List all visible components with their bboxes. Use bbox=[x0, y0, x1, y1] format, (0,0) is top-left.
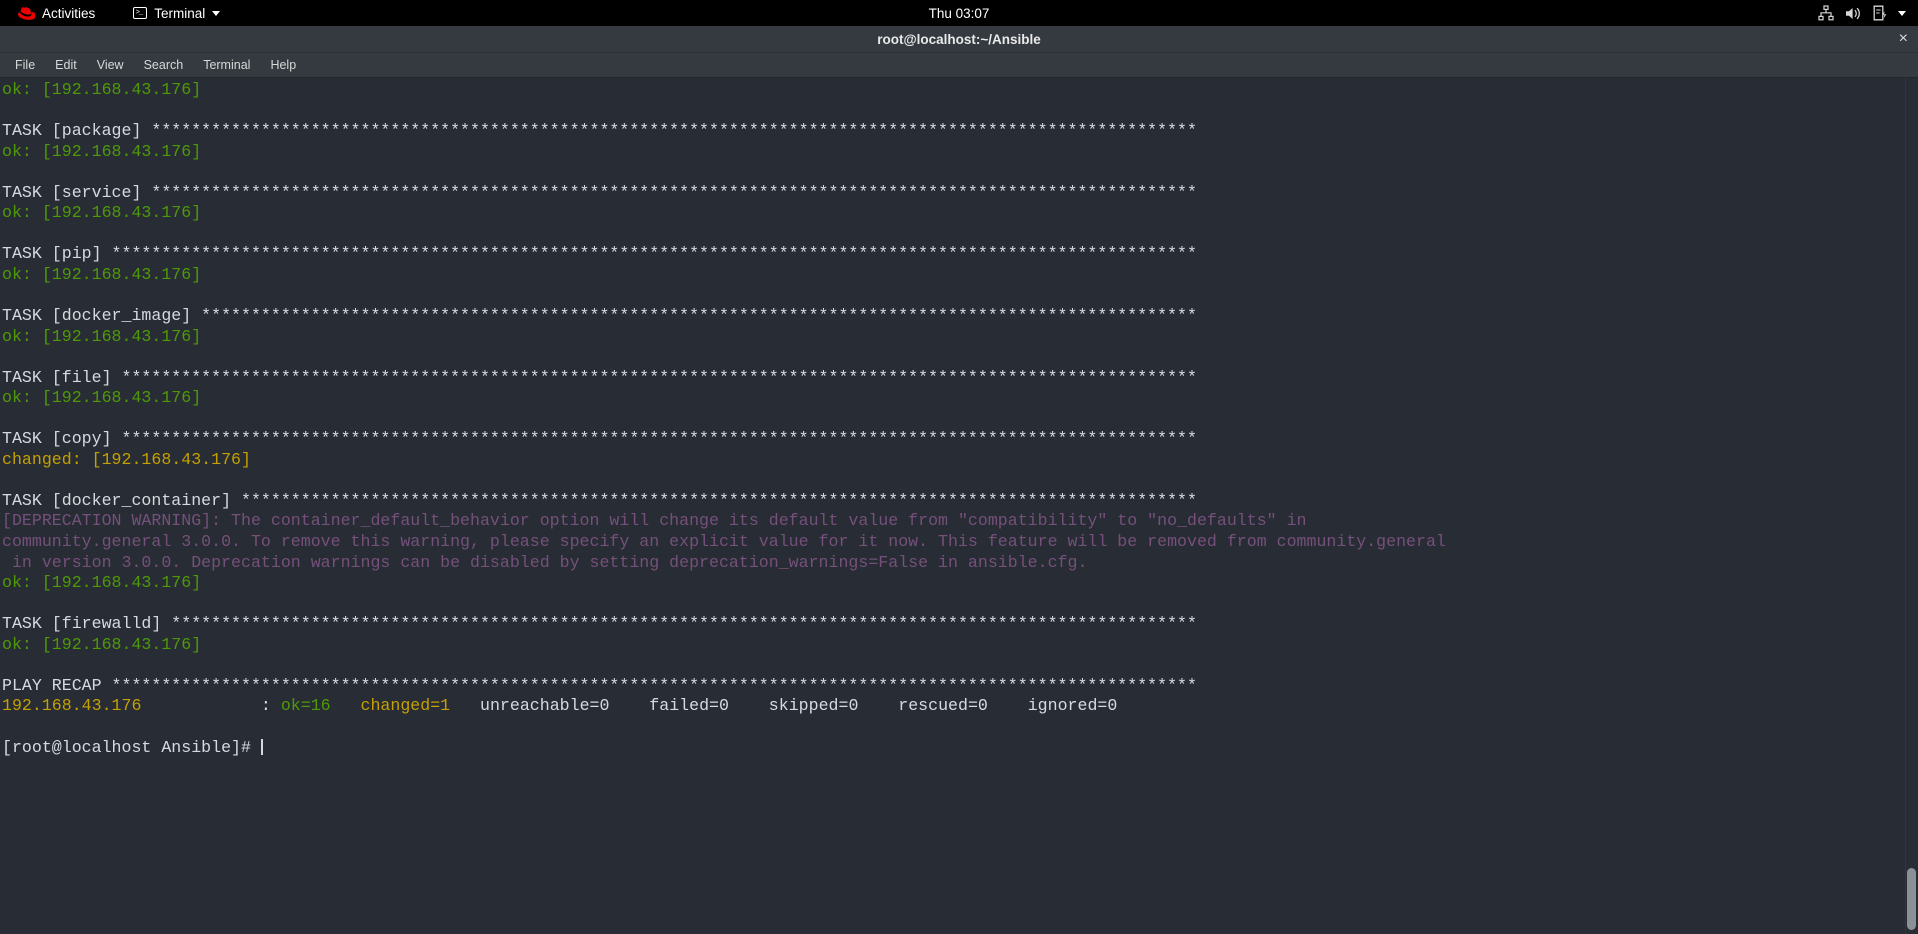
terminal-line-text: community.general 3.0.0. To remove this … bbox=[2, 532, 1446, 552]
network-icon bbox=[1818, 5, 1834, 21]
menu-item-edit[interactable]: Edit bbox=[46, 55, 86, 75]
clock[interactable]: Thu 03:07 bbox=[0, 0, 1918, 26]
terminal-line: changed: [192.168.43.176] bbox=[1, 450, 1918, 471]
terminal-line-text: TASK [docker_container] ****************… bbox=[2, 490, 1197, 510]
terminal-line-text: ok: [192.168.43.176] bbox=[2, 141, 202, 161]
system-status-area[interactable] bbox=[1818, 5, 1908, 21]
terminal-line-text: ok: [192.168.43.176] bbox=[2, 388, 202, 408]
terminal-line: in version 3.0.0. Deprecation warnings c… bbox=[1, 553, 1918, 574]
terminal-line: TASK [package] *************************… bbox=[1, 121, 1918, 142]
terminal-output-area[interactable]: ok: [192.168.43.176] TASK [package] *****… bbox=[0, 78, 1918, 934]
volume-icon bbox=[1846, 7, 1860, 19]
terminal-scrollback: ok: [192.168.43.176] TASK [package] *****… bbox=[1, 80, 1918, 758]
terminal-line: ok: [192.168.43.176] bbox=[1, 80, 1918, 101]
app-menu-button[interactable]: >_ Terminal bbox=[125, 4, 228, 23]
terminal-line: TASK [file] ****************************… bbox=[1, 368, 1918, 389]
recap-colon: : bbox=[260, 696, 281, 716]
terminal-line-text: ok: [192.168.43.176] bbox=[2, 203, 202, 223]
terminal-line-text: ok: [192.168.43.176] bbox=[2, 634, 202, 654]
terminal-line-text: changed: [192.168.43.176] bbox=[2, 449, 251, 469]
menu-item-help[interactable]: Help bbox=[261, 55, 305, 75]
app-menu-label: Terminal bbox=[154, 5, 206, 21]
terminal-icon: >_ bbox=[133, 7, 148, 19]
shell-prompt-line[interactable]: [root@localhost Ansible]# bbox=[1, 738, 1918, 759]
clock-label: Thu 03:07 bbox=[928, 5, 990, 21]
menu-item-terminal[interactable]: Terminal bbox=[194, 55, 259, 75]
terminal-line-text: ok: [192.168.43.176] bbox=[2, 264, 202, 284]
shell-prompt-text: [root@localhost Ansible]# bbox=[2, 737, 261, 757]
menu-item-search[interactable]: Search bbox=[135, 55, 193, 75]
terminal-line-text: TASK [docker_image] ********************… bbox=[2, 306, 1197, 326]
terminal-line-text: ok: [192.168.43.176] bbox=[2, 573, 202, 593]
terminal-line-text: ok: [192.168.43.176] bbox=[2, 80, 202, 99]
terminal-line: ok: [192.168.43.176] bbox=[1, 203, 1918, 224]
recap-host: 192.168.43.176 bbox=[2, 696, 142, 716]
gnome-top-bar: Activities >_ Terminal Thu 03:07 bbox=[0, 0, 1918, 26]
chevron-down-icon bbox=[212, 10, 221, 16]
scrollbar-thumb[interactable] bbox=[1907, 868, 1916, 930]
terminal-line: ok: [192.168.43.176] bbox=[1, 388, 1918, 409]
top-bar-left-group: Activities >_ Terminal bbox=[10, 4, 228, 23]
menu-item-view[interactable]: View bbox=[88, 55, 133, 75]
terminal-line: TASK [pip] *****************************… bbox=[1, 244, 1918, 265]
terminal-line-text: [DEPRECATION WARNING]: The container_def… bbox=[2, 511, 1307, 531]
recap-changed-count: changed=1 bbox=[360, 696, 451, 716]
text-cursor bbox=[260, 738, 263, 755]
menu-item-file[interactable]: File bbox=[6, 55, 44, 75]
redhat-logo-icon bbox=[18, 6, 35, 20]
terminal-line-text: TASK [copy] ****************************… bbox=[2, 429, 1197, 449]
terminal-line: ok: [192.168.43.176] bbox=[1, 635, 1918, 656]
terminal-line: ok: [192.168.43.176] bbox=[1, 142, 1918, 163]
terminal-line: TASK [copy] ****************************… bbox=[1, 429, 1918, 450]
terminal-line-text: ok: [192.168.43.176] bbox=[2, 326, 202, 346]
window-title: root@localhost:~/Ansible bbox=[877, 31, 1041, 47]
terminal-line: community.general 3.0.0. To remove this … bbox=[1, 532, 1918, 553]
terminal-line-text: TASK [pip] *****************************… bbox=[2, 244, 1197, 264]
battery-charging-icon bbox=[1873, 5, 1887, 21]
terminal-scrollbar[interactable] bbox=[1905, 78, 1918, 934]
terminal-line-text: TASK [firewalld] ***********************… bbox=[2, 614, 1197, 634]
terminal-line: TASK [service] *************************… bbox=[1, 183, 1918, 204]
terminal-line: ok: [192.168.43.176] bbox=[1, 265, 1918, 286]
menubar: File Edit View Search Terminal Help bbox=[0, 53, 1918, 78]
terminal-line-text: TASK [service] *************************… bbox=[2, 182, 1197, 202]
terminal-line-text: TASK [package] *************************… bbox=[2, 121, 1197, 141]
close-icon[interactable]: × bbox=[1899, 26, 1908, 52]
activities-label: Activities bbox=[42, 5, 96, 21]
terminal-line: ok: [192.168.43.176] bbox=[1, 327, 1918, 348]
terminal-line: TASK [docker_container] ****************… bbox=[1, 491, 1918, 512]
terminal-line: ok: [192.168.43.176] bbox=[1, 573, 1918, 594]
play-recap-stats-line: 192.168.43.176 : ok=16 changed=1 unreach… bbox=[1, 696, 1918, 717]
terminal-line-text: TASK [file] ****************************… bbox=[2, 367, 1197, 387]
activities-button[interactable]: Activities bbox=[10, 4, 103, 23]
terminal-line-text: in version 3.0.0. Deprecation warnings c… bbox=[2, 552, 1088, 572]
chevron-down-icon[interactable] bbox=[1898, 10, 1906, 16]
terminal-window: root@localhost:~/Ansible × File Edit Vie… bbox=[0, 26, 1918, 934]
terminal-line: TASK [firewalld] ***********************… bbox=[1, 614, 1918, 635]
recap-padding bbox=[141, 696, 261, 715]
recap-space bbox=[331, 696, 361, 715]
window-titlebar[interactable]: root@localhost:~/Ansible × bbox=[0, 26, 1918, 53]
recap-ok-count: ok=16 bbox=[280, 696, 331, 716]
recap-other-counts: unreachable=0 failed=0 skipped=0 rescued… bbox=[450, 696, 1118, 716]
terminal-line: TASK [docker_image] ********************… bbox=[1, 306, 1918, 327]
terminal-line: [DEPRECATION WARNING]: The container_def… bbox=[1, 511, 1918, 532]
terminal-line-text: PLAY RECAP *****************************… bbox=[2, 675, 1197, 695]
terminal-line: PLAY RECAP *****************************… bbox=[1, 676, 1918, 697]
